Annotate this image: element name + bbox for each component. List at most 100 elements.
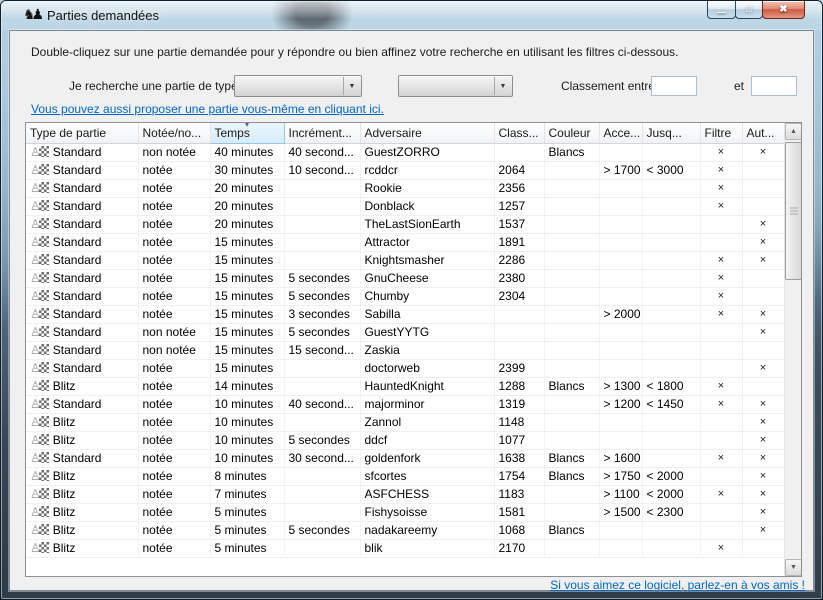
propose-game-link[interactable]: Vous pouvez aussi proposer une partie vo… (31, 102, 384, 116)
cell-increment: 3 secondes (284, 305, 360, 323)
cell-max-rating (642, 215, 700, 233)
chessboard-pawn-icon: ♙ (30, 145, 49, 159)
cell-rated: notée (138, 215, 210, 233)
column-header-adversary[interactable]: Adversaire (360, 123, 494, 143)
combo-dropdown-button[interactable]: ▼ (343, 77, 360, 95)
table-row[interactable]: ♙Blitz notée 5 minutes 5 secondes nadaka… (26, 521, 784, 539)
column-header-increment[interactable]: Incrément... (284, 123, 360, 143)
column-header-accepts[interactable]: Acce... (599, 123, 642, 143)
table-row[interactable]: ♙Blitz notée 10 minutes Zannol 1148 × (26, 413, 784, 431)
cell-rated: notée (138, 287, 210, 305)
chessboard-pawn-icon: ♙ (30, 379, 49, 393)
cell-min-rating (599, 233, 642, 251)
cell-color (544, 359, 599, 377)
combo-dropdown-button[interactable]: ▼ (494, 77, 511, 95)
cell-min-rating (599, 251, 642, 269)
column-header-other[interactable]: Aut... (742, 123, 784, 143)
table-row[interactable]: ♙Standard notée 15 minutes Attractor 189… (26, 233, 784, 251)
cell-rating: 2064 (494, 161, 544, 179)
chessboard-pawn-icon: ♙ (30, 235, 49, 249)
game-subtype-select[interactable]: ▼ (398, 75, 513, 97)
cell-color (544, 341, 599, 359)
table-row[interactable]: ♙Standard notée 15 minutes 5 secondes Gn… (26, 269, 784, 287)
cell-color (544, 305, 599, 323)
minimize-button[interactable]: — (707, 0, 736, 19)
table-row[interactable]: ♙Standard non notée 15 minutes 15 second… (26, 341, 784, 359)
chessboard-pawn-icon: ♙ (30, 163, 49, 177)
table-row[interactable]: ♙Standard notée 15 minutes 5 secondes Ch… (26, 287, 784, 305)
chessboard-pawn-icon: ♙ (30, 199, 49, 213)
table-row[interactable]: ♙Standard non notée 40 minutes 40 second… (26, 143, 784, 161)
cell-max-rating (642, 521, 700, 539)
cell-time: 20 minutes (210, 197, 284, 215)
cell-game-type: ♙Standard (26, 179, 138, 197)
cell-time: 15 minutes (210, 251, 284, 269)
cell-min-rating (599, 287, 642, 305)
table-row[interactable]: ♙Blitz notée 5 minutes blik 2170 × (26, 539, 784, 557)
cell-rating: 1638 (494, 449, 544, 467)
table-row[interactable]: ♙Blitz notée 7 minutes ASFCHESS 1183 > 1… (26, 485, 784, 503)
cell-rating (494, 341, 544, 359)
table-row[interactable]: ♙Standard notée 15 minutes 3 secondes Sa… (26, 305, 784, 323)
table-row[interactable]: ♙Standard notée 20 minutes Donblack 1257… (26, 197, 784, 215)
column-header-game-type[interactable]: Type de partie (26, 123, 138, 143)
table-row[interactable]: ♙Standard notée 30 minutes 10 second... … (26, 161, 784, 179)
column-header-rated[interactable]: Notée/no... (138, 123, 210, 143)
column-header-color[interactable]: Couleur (544, 123, 599, 143)
cell-other: × (742, 503, 784, 521)
cell-game-type: ♙Blitz (26, 377, 138, 395)
cell-other: × (742, 467, 784, 485)
cell-min-rating (599, 539, 642, 557)
maximize-button[interactable]: □ (735, 0, 763, 19)
table-row[interactable]: ♙Standard notée 15 minutes doctorweb 239… (26, 359, 784, 377)
cell-increment: 30 second... (284, 449, 360, 467)
table-row[interactable]: ♙Standard notée 20 minutes Rookie 2356 × (26, 179, 784, 197)
cell-rated: notée (138, 449, 210, 467)
cell-other (742, 287, 784, 305)
cell-color (544, 269, 599, 287)
cell-filter: × (700, 179, 742, 197)
scroll-up-button[interactable]: ▲ (785, 123, 802, 140)
column-header-time[interactable]: ▾Temps (210, 123, 284, 143)
scrollbar-thumb[interactable] (785, 142, 802, 280)
table-row[interactable]: ♙Standard non notée 15 minutes 5 seconde… (26, 323, 784, 341)
rating-max-input[interactable] (751, 76, 797, 96)
table-row[interactable]: ♙Standard notée 10 minutes 40 second... … (26, 395, 784, 413)
cell-rated: non notée (138, 323, 210, 341)
table-row[interactable]: ♙Blitz notée 14 minutes HauntedKnight 12… (26, 377, 784, 395)
cell-rated: notée (138, 233, 210, 251)
scroll-down-button[interactable]: ▼ (785, 559, 802, 576)
cell-increment: 5 secondes (284, 521, 360, 539)
table-row[interactable]: ♙Standard notée 20 minutes TheLastSionEa… (26, 215, 784, 233)
cell-other: × (742, 359, 784, 377)
cell-filter (700, 521, 742, 539)
table-row[interactable]: ♙Blitz notée 5 minutes Fishysoisse 1581 … (26, 503, 784, 521)
cell-other (742, 377, 784, 395)
cell-rating: 1891 (494, 233, 544, 251)
table-row[interactable]: ♙Blitz notée 8 minutes sfcortes 1754 Bla… (26, 467, 784, 485)
column-header-filter[interactable]: Filtre (700, 123, 742, 143)
cell-time: 15 minutes (210, 341, 284, 359)
share-link[interactable]: Si vous aimez ce logiciel, parlez-en à v… (550, 578, 805, 592)
rating-min-input[interactable] (651, 76, 697, 96)
cell-color (544, 215, 599, 233)
cell-max-rating: < 1800 (642, 377, 700, 395)
cell-rated: notée (138, 467, 210, 485)
close-button[interactable]: ✖ (762, 0, 805, 19)
titlebar[interactable]: ♞♟ Parties demandées — □ ✖ (1, 1, 822, 30)
table-row[interactable]: ♙Standard notée 10 minutes 30 second... … (26, 449, 784, 467)
vertical-scrollbar[interactable]: ▲ ▼ (784, 123, 801, 576)
chessboard-pawn-icon: ♙ (30, 523, 49, 537)
cell-min-rating (599, 413, 642, 431)
table-row[interactable]: ♙Standard notée 15 minutes Knightsmasher… (26, 251, 784, 269)
cell-increment: 5 secondes (284, 287, 360, 305)
column-header-upto[interactable]: Jusq... (642, 123, 700, 143)
column-header-rating[interactable]: Class... (494, 123, 544, 143)
cell-game-type: ♙Blitz (26, 431, 138, 449)
games-table: Type de partie Notée/no... ▾Temps Incrém… (25, 122, 802, 577)
table-row[interactable]: ♙Blitz notée 10 minutes 5 secondes ddcf … (26, 431, 784, 449)
cell-min-rating (599, 521, 642, 539)
cell-other: × (742, 215, 784, 233)
cell-rated: notée (138, 377, 210, 395)
game-type-select[interactable]: ▼ (234, 75, 362, 97)
